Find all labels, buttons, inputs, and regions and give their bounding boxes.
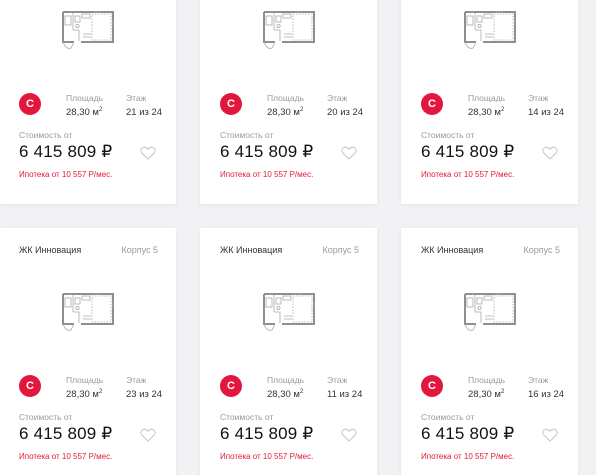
price: 6 415 809 ₽ (220, 142, 314, 161)
floor-plan-icon (262, 11, 315, 49)
floor-value: 20 из 24 (327, 107, 364, 118)
heart-icon[interactable] (140, 146, 156, 160)
area-stat: Площадь 28,30 м2 (267, 93, 304, 118)
area-value: 28,30 м2 (66, 107, 103, 119)
developer-badge: С (421, 375, 443, 397)
area-stat: Площадь 28,30 м2 (267, 375, 304, 400)
area-value: 28,30 м2 (267, 389, 304, 401)
developer-badge: С (220, 375, 242, 397)
apartment-card[interactable]: С Площадь 28,30 м2 Этаж 21 из 24 Стоимос… (0, 0, 176, 204)
developer-badge: С (19, 93, 41, 115)
floor-value: 14 из 24 (528, 107, 565, 118)
floor-stat: Этаж 11 из 24 (327, 375, 362, 400)
area-label: Площадь (66, 93, 104, 103)
apartment-card[interactable]: ЖК Инновация Корпус 5 С Площадь 28,30 м2… (401, 228, 578, 475)
complex-name: ЖК Инновация (19, 245, 82, 255)
mortgage-link[interactable]: Ипотека от 10 557 Р/мес. (19, 170, 112, 179)
area-label: Площадь (267, 93, 305, 103)
area-label: Площадь (468, 93, 506, 103)
floor-plan (401, 8, 578, 54)
mortgage-link[interactable]: Ипотека от 10 557 Р/мес. (220, 170, 313, 179)
floor-label: Этаж (528, 375, 549, 385)
cost-label: Стоимость от (220, 412, 274, 422)
floor-plan-icon (463, 11, 516, 49)
mortgage-link[interactable]: Ипотека от 10 557 Р/мес. (421, 452, 514, 461)
heart-icon[interactable] (341, 146, 357, 160)
complex-name: ЖК Инновация (421, 245, 484, 255)
building-label: Корпус 5 (121, 245, 158, 255)
floor-plan-icon (463, 293, 516, 331)
price: 6 415 809 ₽ (19, 424, 113, 443)
heart-icon[interactable] (542, 428, 558, 442)
floor-label: Этаж (327, 93, 348, 103)
developer-badge: С (19, 375, 41, 397)
price: 6 415 809 ₽ (220, 424, 314, 443)
heart-icon[interactable] (140, 428, 156, 442)
cost-label: Стоимость от (421, 412, 475, 422)
area-stat: Площадь 28,30 м2 (66, 93, 103, 118)
floor-stat: Этаж 21 из 24 (126, 93, 162, 118)
card-header: ЖК Инновация Корпус 5 (19, 245, 158, 255)
cost-label: Стоимость от (421, 130, 475, 140)
heart-icon[interactable] (341, 428, 357, 442)
floor-label: Этаж (126, 375, 147, 385)
apartment-card[interactable]: С Площадь 28,30 м2 Этаж 20 из 24 Стоимос… (200, 0, 377, 204)
apartment-card[interactable]: ЖК Инновация Корпус 5 С Площадь 28,30 м2… (200, 228, 377, 475)
cost-label: Стоимость от (19, 130, 73, 140)
cost-label: Стоимость от (19, 412, 73, 422)
floor-stat: Этаж 16 из 24 (528, 375, 564, 400)
floor-label: Этаж (327, 375, 348, 385)
price: 6 415 809 ₽ (421, 424, 515, 443)
developer-badge: С (220, 93, 242, 115)
apartment-card[interactable]: ЖК Инновация Корпус 5 С Площадь 28,30 м2… (0, 228, 176, 475)
developer-badge: С (421, 93, 443, 115)
floor-plan (401, 290, 578, 336)
mortgage-link[interactable]: Ипотека от 10 557 Р/мес. (19, 452, 112, 461)
floor-label: Этаж (528, 93, 549, 103)
floor-plan-icon (262, 293, 315, 331)
building-label: Корпус 5 (322, 245, 359, 255)
mortgage-link[interactable]: Ипотека от 10 557 Р/мес. (220, 452, 313, 461)
area-label: Площадь (267, 375, 305, 385)
price: 6 415 809 ₽ (421, 142, 515, 161)
floor-plan (200, 8, 377, 54)
floor-label: Этаж (126, 93, 147, 103)
floor-plan (0, 8, 176, 54)
area-value: 28,30 м2 (267, 107, 304, 119)
area-label: Площадь (468, 375, 506, 385)
floor-plan (200, 290, 377, 336)
area-value: 28,30 м2 (468, 389, 505, 401)
floor-stat: Этаж 20 из 24 (327, 93, 363, 118)
floor-stat: Этаж 14 из 24 (528, 93, 564, 118)
heart-icon[interactable] (542, 146, 558, 160)
floor-value: 11 из 24 (327, 389, 363, 400)
card-header: ЖК Инновация Корпус 5 (421, 245, 560, 255)
area-value: 28,30 м2 (66, 389, 103, 401)
floor-stat: Этаж 23 из 24 (126, 375, 162, 400)
area-label: Площадь (66, 375, 104, 385)
area-stat: Площадь 28,30 м2 (468, 93, 505, 118)
area-value: 28,30 м2 (468, 107, 505, 119)
floor-value: 23 из 24 (126, 389, 163, 400)
price: 6 415 809 ₽ (19, 142, 113, 161)
card-header: ЖК Инновация Корпус 5 (220, 245, 359, 255)
floor-value: 16 из 24 (528, 389, 565, 400)
floor-value: 21 из 24 (126, 107, 163, 118)
floor-plan-icon (61, 11, 114, 49)
mortgage-link[interactable]: Ипотека от 10 557 Р/мес. (421, 170, 514, 179)
area-stat: Площадь 28,30 м2 (468, 375, 505, 400)
floor-plan-icon (61, 293, 114, 331)
cost-label: Стоимость от (220, 130, 274, 140)
building-label: Корпус 5 (523, 245, 560, 255)
area-stat: Площадь 28,30 м2 (66, 375, 103, 400)
complex-name: ЖК Инновация (220, 245, 283, 255)
apartment-card[interactable]: С Площадь 28,30 м2 Этаж 14 из 24 Стоимос… (401, 0, 578, 204)
floor-plan (0, 290, 176, 336)
